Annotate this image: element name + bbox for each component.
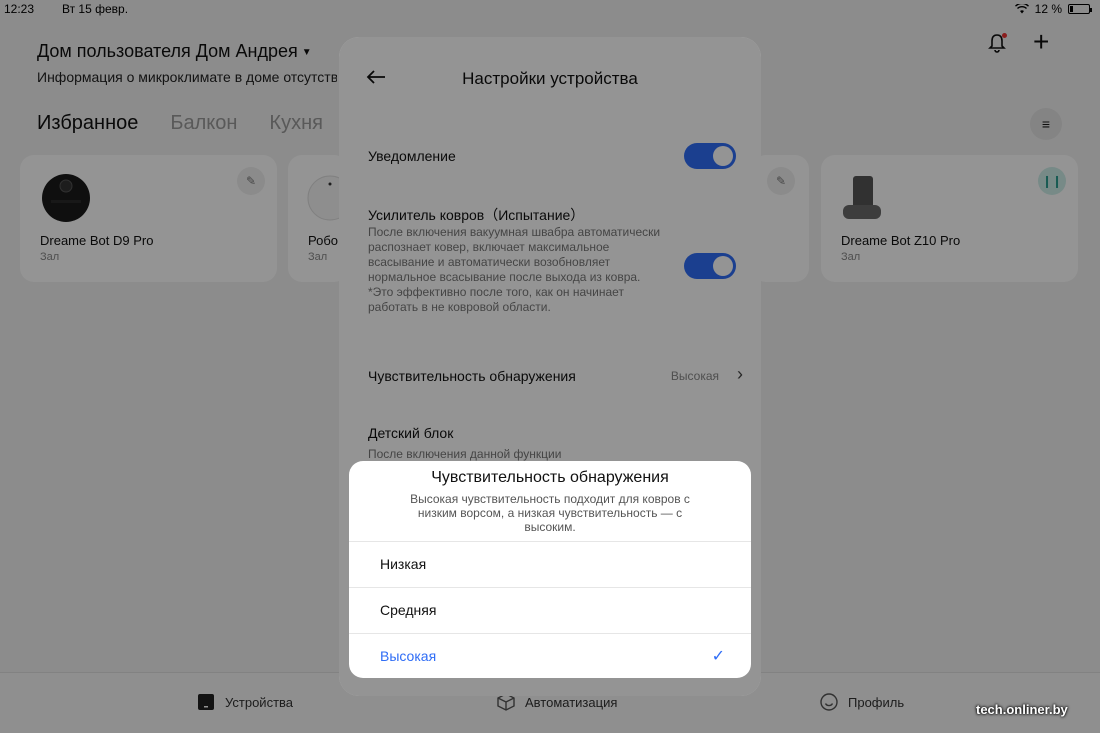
option-high[interactable]: Высокая ✓ — [349, 633, 751, 678]
picker-description: Высокая чувствительность подходит для ко… — [410, 492, 690, 534]
option-label: Средняя — [380, 602, 437, 618]
sensitivity-picker: Чувствительность обнаружения Высокая чув… — [349, 461, 751, 678]
option-label: Низкая — [380, 556, 427, 572]
option-label: Высокая — [380, 648, 437, 664]
option-medium[interactable]: Средняя — [349, 587, 751, 633]
checkmark-icon: ✓ — [711, 648, 725, 665]
option-low[interactable]: Низкая — [349, 541, 751, 587]
watermark: tech.onliner.by — [976, 702, 1068, 717]
picker-title: Чувствительность обнаружения — [431, 469, 669, 486]
